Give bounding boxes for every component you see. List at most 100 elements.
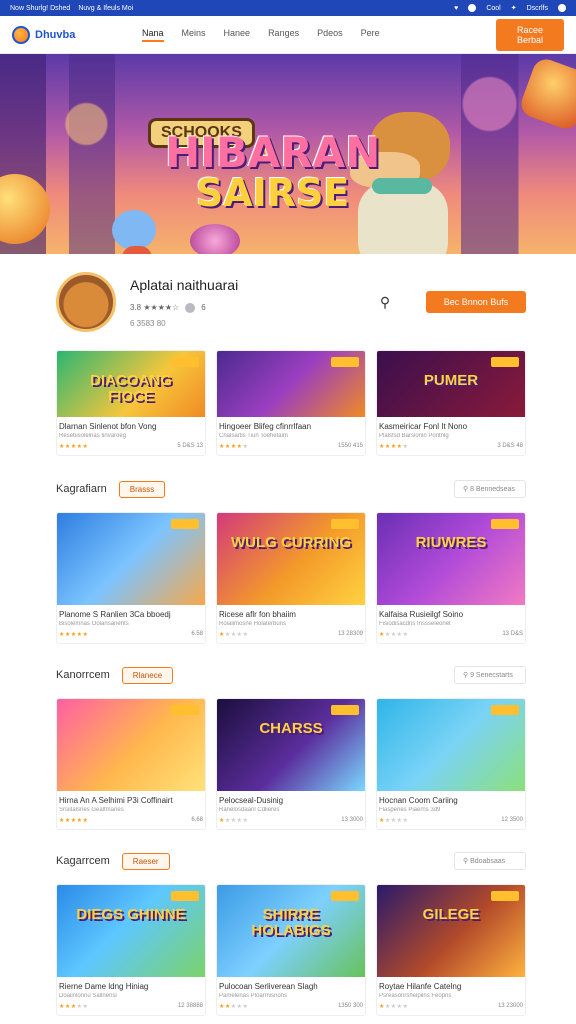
card-stats: 13 28309	[337, 631, 363, 637]
game-thumbnail[interactable]	[217, 351, 365, 417]
card-title[interactable]: Rierne Dame ldng Hiniag	[59, 982, 203, 991]
card-title[interactable]: Kalfaisa Rusieilgf Soino	[379, 610, 523, 619]
rating-stars: ★★★★★	[379, 818, 409, 824]
card-stats: 12 38888	[177, 1003, 203, 1009]
game-thumbnail[interactable]: RIUWRES	[377, 513, 525, 605]
featured-section: DIACOANG FIOCE Dlarnan Sinlenot bfon Vong…	[0, 350, 576, 456]
game-card[interactable]: DIACOANG FIOCE Dlarnan Sinlenot bfon Vong…	[56, 350, 206, 456]
card-stats: 1350 300	[337, 1003, 363, 1009]
nav-cta-button[interactable]: Racee Berbal	[496, 18, 564, 51]
card-title[interactable]: Pelocseal-Dusinig	[219, 796, 363, 805]
nav-item-4[interactable]: Ranges	[268, 28, 299, 42]
card-title[interactable]: Planome S Ranlien 3Ca bboedj	[59, 610, 203, 619]
card-title[interactable]: Dlarnan Sinlenot bfon Vong	[59, 422, 203, 431]
section-tag[interactable]: Raeser	[121, 852, 170, 870]
game-card[interactable]: Hirna An A Selhimi P3i Coffinairt Srsiita…	[56, 698, 206, 830]
card-title[interactable]: Kasmeiricar Fonl It Nono	[379, 422, 523, 431]
game-section: Kagrafiarn Brasss ⚲ 8 Bennedseas Planome S …	[0, 474, 576, 644]
card-title[interactable]: Roytae Hilanfe Catelng	[379, 982, 523, 991]
card-title[interactable]: Pulocoan Serliverean Slagh	[219, 982, 363, 991]
nav-item-3[interactable]: Hanee	[224, 28, 251, 42]
card-stats: 13 D&S	[502, 631, 523, 637]
avatar[interactable]	[56, 272, 116, 332]
profile-info: Aplatai naithuarai 3.8 ★★★★☆ 6 6 3583 80	[130, 277, 356, 328]
card-stats: 13 23000	[497, 1003, 523, 1009]
game-thumbnail[interactable]	[377, 699, 525, 791]
nav-item-home[interactable]: Nana	[142, 28, 164, 42]
section-see-more[interactable]: ⚲ 8 Bennedseas	[454, 480, 526, 498]
rating-stars: ★★★★★	[219, 444, 249, 450]
game-card[interactable]: Planome S Ranlien 3Ca bboedj Bisolemnas O…	[56, 512, 206, 644]
game-card[interactable]: WULG CURRING Ricese aflr fon bhaiim Roiali…	[216, 512, 366, 644]
top-action-account[interactable]: Dscrlfs	[527, 5, 548, 12]
thumbnail-title: GILEGE	[422, 906, 480, 923]
section-see-more[interactable]: ⚲ 9 Senecstarts	[454, 666, 526, 684]
game-thumbnail[interactable]: PUMER	[377, 351, 525, 417]
game-thumbnail[interactable]: WULG CURRING	[217, 513, 365, 605]
card-info: Dlarnan Sinlenot bfon Vong Resebisolelnas…	[57, 417, 205, 455]
game-card[interactable]: Hocnan Coom Cariing Flaspenes Piaerns 3d9…	[376, 698, 526, 830]
card-title[interactable]: Ricese aflr fon bhaiim	[219, 610, 363, 619]
section-see-more[interactable]: ⚲ Bdoabsaas	[454, 852, 526, 870]
hero-banner[interactable]: SCHOOKS A HIBARAN SAIRSE	[0, 54, 576, 254]
card-title[interactable]: Hirna An A Selhimi P3i Coffinairt	[59, 796, 203, 805]
game-card[interactable]: Hingoeer Blifeg cfinrrlfaan Chalsartis Ti…	[216, 350, 366, 456]
hero-robot-character	[100, 210, 170, 254]
user-icon[interactable]	[558, 4, 566, 12]
game-thumbnail[interactable]	[57, 699, 205, 791]
thumbnail-badge	[331, 519, 359, 529]
globe-icon[interactable]	[468, 4, 477, 12]
thumbnail-badge	[171, 519, 199, 529]
follow-button[interactable]: Bec Bnnon Bufs	[426, 291, 526, 313]
card-subtitle: Flaspenes Piaerns 3d9	[379, 807, 441, 813]
game-thumbnail[interactable]	[57, 513, 205, 605]
thumbnail-badge	[171, 891, 199, 901]
card-title[interactable]: Hocnan Coom Cariing	[379, 796, 523, 805]
top-link-2[interactable]: Nuvg & Ifeuls Moi	[78, 5, 133, 12]
game-thumbnail[interactable]: GILEGE	[377, 885, 525, 977]
card-stats: 3 D&S 48	[497, 443, 523, 449]
card-meta-row: ★★★★★ 5 D&S 13	[59, 443, 203, 450]
card-subtitle: Psreasonrshelpilns Feopns	[379, 993, 452, 999]
thumbnail-title: WULG CURRING	[231, 534, 351, 551]
top-action-cool[interactable]: Cool	[486, 5, 500, 12]
card-stats: 6.58	[191, 631, 203, 637]
nav-item-5[interactable]: Pdeos	[317, 28, 343, 42]
game-section: Kanorrcem Rlanece ⚲ 9 Senecstarts Hirna An …	[0, 660, 576, 830]
card-meta-row: ★★★★★ 3 D&S 48	[379, 443, 523, 450]
card-info: Pelocseal-Dusinig Ranelosdaanl Cdlieres ★★…	[217, 791, 365, 829]
top-link-1[interactable]: Now Shurlg! Dshed	[10, 5, 70, 12]
card-meta-row: ★★★★★ 1550 415	[219, 443, 363, 450]
main-nav: Dhuvba Nana Meins Hanee Ranges Pdeos Per…	[0, 16, 576, 54]
card-info: Rierne Dame ldng Hiniag Doaiinlonnu Salln…	[57, 977, 205, 1015]
nav-item-2[interactable]: Meins	[182, 28, 206, 42]
top-strip: Now Shurlg! Dshed Nuvg & Ifeuls Moi ♥ Co…	[0, 0, 576, 16]
section-grid: DIEGS GHINNE Rierne Dame ldng Hiniag Doaii…	[56, 884, 526, 1016]
thumbnail-title: DIACOANG FIOCE	[90, 372, 172, 405]
section-tag[interactable]: Brasss	[118, 480, 166, 498]
game-card[interactable]: DIEGS GHINNE Rierne Dame ldng Hiniag Doaii…	[56, 884, 206, 1016]
game-card[interactable]: PUMER Kasmeiricar Fonl It Nono Plalsfsd Ba…	[376, 350, 526, 456]
game-card[interactable]: RIUWRES Kalfaisa Rusieilgf Soino Fisiodisa…	[376, 512, 526, 644]
card-meta-row: ★★★★★ 13 23000	[379, 1003, 523, 1010]
game-card[interactable]: CHARSS Pelocseal-Dusinig Ranelosdaanl Cdli…	[216, 698, 366, 830]
search-icon[interactable]: ⚲	[370, 294, 400, 311]
rating-stars: ★★★★★	[59, 632, 89, 638]
section-tag[interactable]: Rlanece	[121, 666, 174, 684]
heart-icon[interactable]: ♥	[454, 5, 458, 12]
game-thumbnail[interactable]: SHIRRE HOLABIGS	[217, 885, 365, 977]
game-thumbnail[interactable]: CHARSS	[217, 699, 365, 791]
game-card[interactable]: GILEGE Roytae Hilanfe Catelng Psreasonrshe…	[376, 884, 526, 1016]
card-title[interactable]: Hingoeer Blifeg cfinrrlfaan	[219, 422, 363, 431]
nav-item-6[interactable]: Pere	[361, 28, 380, 42]
hero-title: HIBARAN SAIRSE	[165, 132, 380, 213]
thumbnail-title: PUMER	[423, 372, 479, 389]
game-thumbnail[interactable]: DIEGS GHINNE	[57, 885, 205, 977]
game-thumbnail[interactable]: DIACOANG FIOCE	[57, 351, 205, 417]
site-logo[interactable]: Dhuvba	[12, 25, 142, 44]
card-subtitle: Fisiodisacdns Inssseleonet	[379, 621, 451, 627]
sparkle-icon[interactable]: ✦	[511, 4, 517, 12]
card-info: Planome S Ranlien 3Ca bboedj Bisolemnas O…	[57, 605, 205, 643]
game-card[interactable]: SHIRRE HOLABIGS Pulocoan Serliverean Slag…	[216, 884, 366, 1016]
card-subtitle: Resebisolelnas Iinvaroeg	[59, 433, 127, 439]
